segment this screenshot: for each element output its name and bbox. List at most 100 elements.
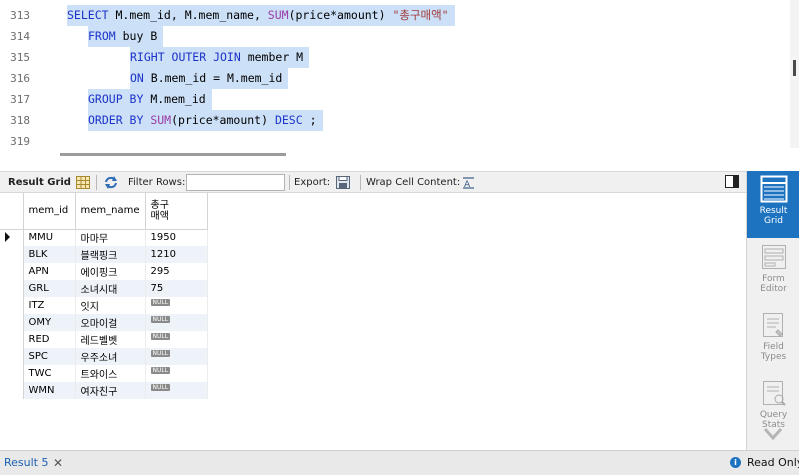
line-number: 313 (10, 9, 30, 22)
row-header[interactable] (0, 246, 24, 263)
row-header[interactable] (0, 331, 24, 348)
cell-mem-name[interactable]: 우주소녀 (75, 348, 146, 365)
wrap-cell-label: Wrap Cell Content: (366, 177, 461, 188)
code-token: B.mem_id = M.mem_id (150, 71, 283, 85)
grid-view-icon[interactable] (76, 176, 90, 189)
result-tab[interactable]: Result 5 (4, 454, 48, 472)
result-grid-view-button[interactable]: Result Grid (747, 171, 799, 238)
table-row[interactable]: MMU 마마무 1950 (0, 229, 208, 246)
row-header[interactable] (0, 382, 24, 399)
code-line[interactable]: 316 ON B.mem_id = M.mem_id (0, 68, 790, 89)
row-header[interactable] (0, 263, 24, 280)
column-header-mem-id[interactable]: mem_id (23, 193, 76, 230)
row-header[interactable] (0, 280, 24, 297)
code-token: "총구매액" (392, 8, 449, 22)
table-row[interactable]: OMY 오마이걸 NULL (0, 314, 208, 331)
cell-total[interactable]: 295 (145, 263, 208, 280)
result-grid-label: Result Grid (8, 177, 71, 188)
cell-mem-name[interactable]: 레드벨벳 (75, 331, 146, 348)
cell-mem-name[interactable]: 에이핑크 (75, 263, 146, 280)
cell-mem-name[interactable]: 오마이걸 (75, 314, 146, 331)
export-icon[interactable] (336, 176, 350, 189)
refresh-icon[interactable] (104, 176, 118, 189)
close-icon[interactable]: ✕ (53, 454, 63, 472)
table-row[interactable]: WMN 여자친구 NULL (0, 382, 208, 399)
table-row[interactable]: APN 에이핑크 295 (0, 263, 208, 280)
cell-total[interactable]: NULL (145, 365, 208, 382)
panel-splitter[interactable] (0, 148, 799, 171)
line-number: 317 (10, 93, 30, 106)
cell-mem-name[interactable]: 소녀시대 (75, 280, 146, 297)
table-row[interactable]: ITZ 잇지 NULL (0, 297, 208, 314)
form-editor-label: Form Editor (760, 274, 787, 294)
cell-total[interactable]: NULL (145, 382, 208, 399)
cell-mem-id[interactable]: BLK (23, 246, 76, 263)
cell-mem-id[interactable]: RED (23, 331, 76, 348)
column-header-mem-name[interactable]: mem_name (75, 193, 146, 230)
null-badge: NULL (150, 366, 171, 374)
table-row[interactable]: SPC 우주소녀 NULL (0, 348, 208, 365)
code-text: RIGHT OUTER JOIN member M (130, 47, 310, 68)
code-line[interactable]: 315 RIGHT OUTER JOIN member M (0, 47, 790, 68)
row-header[interactable] (0, 314, 24, 331)
read-only-status: i Read Only (730, 454, 799, 472)
cell-total[interactable]: NULL (145, 331, 208, 348)
cell-total[interactable]: NULL (145, 297, 208, 314)
scrollbar-thumb[interactable] (793, 60, 796, 76)
row-header[interactable] (0, 297, 24, 314)
cell-mem-name[interactable]: 트와이스 (75, 365, 146, 382)
cell-mem-name[interactable]: 여자친구 (75, 382, 146, 399)
null-badge: NULL (150, 315, 171, 323)
cell-total[interactable]: 1950 (145, 229, 208, 246)
cell-total[interactable]: 75 (145, 280, 208, 297)
table-row[interactable]: TWC 트와이스 NULL (0, 365, 208, 382)
editor-vertical-scrollbar[interactable] (790, 0, 799, 148)
cell-mem-name[interactable]: 마마무 (75, 229, 146, 246)
cell-mem-id[interactable]: APN (23, 263, 76, 280)
toggle-panel-icon[interactable] (725, 175, 739, 188)
field-types-label: Field Types (760, 342, 787, 362)
cell-total[interactable]: 1210 (145, 246, 208, 263)
cell-mem-id[interactable]: TWC (23, 365, 76, 382)
toolbar-separator (360, 175, 361, 190)
code-token: buy B (122, 29, 158, 43)
null-badge: NULL (150, 349, 171, 357)
cell-mem-id[interactable]: ITZ (23, 297, 76, 314)
cell-mem-id[interactable]: WMN (23, 382, 76, 399)
form-editor-button[interactable]: Form Editor (747, 239, 799, 306)
code-token: RIGHT OUTER JOIN (130, 50, 248, 64)
code-token: SUM (150, 113, 172, 127)
row-header[interactable] (0, 229, 24, 246)
filter-rows-input[interactable] (186, 174, 285, 191)
table-row[interactable]: GRL 소녀시대 75 (0, 280, 208, 297)
code-line[interactable]: 317 GROUP BY M.mem_id (0, 89, 790, 110)
code-line[interactable]: 314 FROM buy B (0, 26, 790, 47)
table-row[interactable]: RED 레드벨벳 NULL (0, 331, 208, 348)
cell-mem-id[interactable]: SPC (23, 348, 76, 365)
row-header[interactable] (0, 365, 24, 382)
code-text: FROM buy B (88, 26, 164, 47)
toolbar-separator (96, 175, 97, 190)
cell-total[interactable]: NULL (145, 348, 208, 365)
cell-mem-id[interactable]: MMU (23, 229, 76, 246)
cell-mem-name[interactable]: 블랙핑크 (75, 246, 146, 263)
result-grid[interactable]: mem_id mem_name 총구 매액 MMU 마마무 1950 BLK 블랙핑크 1… (0, 193, 746, 450)
editor-horizontal-scrollbar[interactable] (60, 153, 286, 156)
cell-mem-id[interactable]: OMY (23, 314, 76, 331)
cell-mem-id[interactable]: GRL (23, 280, 76, 297)
result-rows: MMU 마마무 1950 BLK 블랙핑크 1210 APN 에이핑크 295 GRL 소녀시대 75… (0, 229, 208, 399)
result-grid-icon (760, 175, 787, 203)
chevron-down-icon[interactable] (763, 427, 783, 441)
cell-mem-name[interactable]: 잇지 (75, 297, 146, 314)
table-row[interactable]: BLK 블랙핑크 1210 (0, 246, 208, 263)
sql-editor[interactable]: 313 SELECT M.mem_id, M.mem_name, SUM(pric… (0, 0, 799, 148)
cell-total[interactable]: NULL (145, 314, 208, 331)
code-line[interactable]: 318 ORDER BY SUM(price*amount) DESC ; (0, 110, 790, 131)
row-header[interactable] (0, 348, 24, 365)
code-line[interactable]: 313 SELECT M.mem_id, M.mem_name, SUM(pric… (0, 5, 790, 26)
result-grid-view-label: Result Grid (759, 206, 788, 226)
wrap-text-icon[interactable]: A (462, 176, 476, 189)
result-toolbar: Result Grid Filter Rows: Export: Wrap Ce… (0, 171, 746, 193)
column-header-total[interactable]: 총구 매액 (145, 193, 208, 230)
field-types-button[interactable]: Field Types (747, 307, 799, 374)
